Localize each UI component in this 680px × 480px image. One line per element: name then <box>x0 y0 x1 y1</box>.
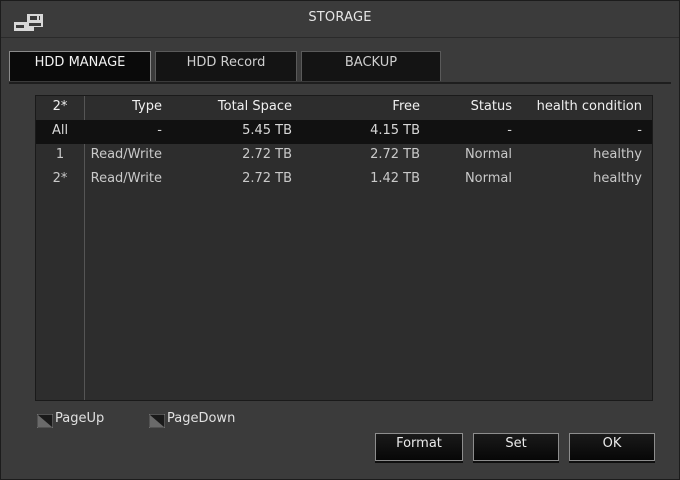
cell-disk: All <box>51 123 69 138</box>
table-row-all[interactable]: All - 5.45 TB 4.15 TB - - <box>36 120 652 144</box>
header-health-condition: health condition <box>536 99 642 114</box>
table-header: 2* Type Total Space Free Status health c… <box>36 96 652 121</box>
page-up-label[interactable]: PageUp <box>55 411 104 426</box>
table-row[interactable]: 1 Read/Write 2.72 TB 2.72 TB Normal heal… <box>36 144 652 168</box>
header-total-space: Total Space <box>217 99 292 114</box>
tab-divider <box>9 82 671 84</box>
header-type: Type <box>132 99 162 114</box>
cell-health: healthy <box>593 171 642 186</box>
cell-type: Read/Write <box>90 171 162 186</box>
cell-disk: 1 <box>55 147 65 162</box>
cell-type: Read/Write <box>90 147 162 162</box>
tab-hdd-record[interactable]: HDD Record <box>155 51 297 81</box>
cell-total-space: 5.45 TB <box>242 123 292 138</box>
set-button[interactable]: Set <box>473 433 559 461</box>
cell-total-space: 2.72 TB <box>242 147 292 162</box>
cell-free: 4.15 TB <box>370 123 420 138</box>
page-down-icon[interactable] <box>149 414 165 428</box>
page-up-icon[interactable] <box>37 414 53 428</box>
ok-button[interactable]: OK <box>569 433 655 461</box>
cell-status: Normal <box>464 147 512 162</box>
storage-window: STORAGE HDD MANAGE HDD Record BACKUP 2* … <box>0 0 680 480</box>
header-disk-no: 2* <box>52 99 68 114</box>
cell-disk: 2* <box>52 171 68 186</box>
header-status: Status <box>470 99 512 114</box>
cell-health: - <box>637 123 642 138</box>
tab-backup[interactable]: BACKUP <box>301 51 441 81</box>
title-bar: STORAGE <box>1 1 679 38</box>
page-down-label[interactable]: PageDown <box>167 411 235 426</box>
cell-type: - <box>157 123 162 138</box>
cell-status: - <box>507 123 512 138</box>
hdd-table: 2* Type Total Space Free Status health c… <box>35 95 653 401</box>
cell-health: healthy <box>593 147 642 162</box>
cell-free: 2.72 TB <box>370 147 420 162</box>
tab-hdd-manage[interactable]: HDD MANAGE <box>9 51 151 81</box>
window-title: STORAGE <box>308 10 372 25</box>
format-button[interactable]: Format <box>375 433 463 461</box>
cell-total-space: 2.72 TB <box>242 171 292 186</box>
table-row[interactable]: 2* Read/Write 2.72 TB 1.42 TB Normal hea… <box>36 168 652 192</box>
cell-status: Normal <box>464 171 512 186</box>
cell-free: 1.42 TB <box>370 171 420 186</box>
header-free: Free <box>392 99 420 114</box>
